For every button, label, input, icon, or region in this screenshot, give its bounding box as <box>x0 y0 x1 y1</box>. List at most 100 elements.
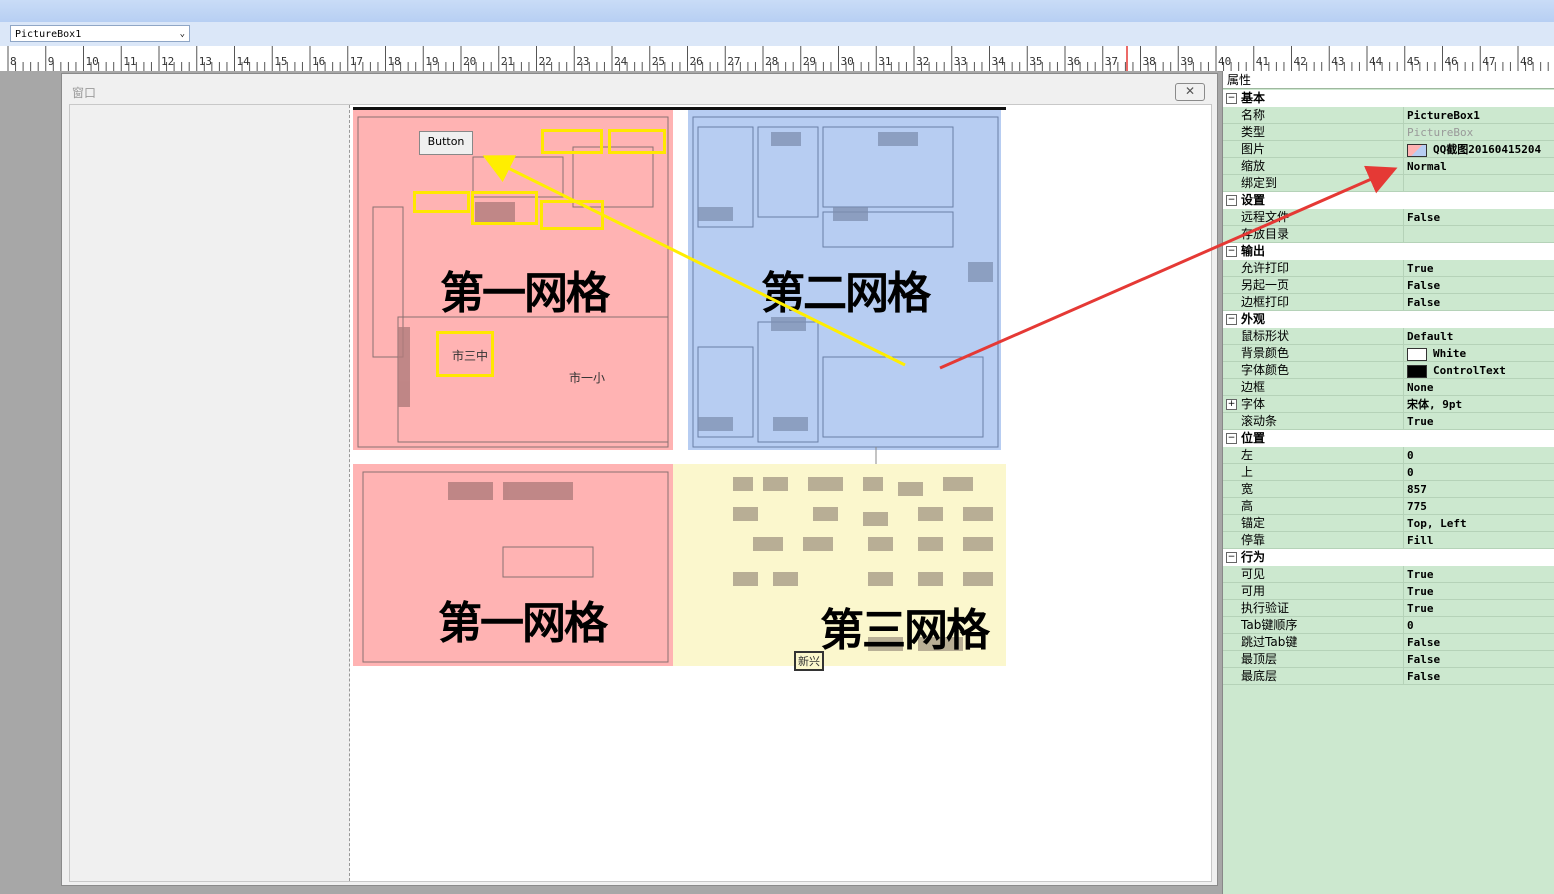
property-value[interactable]: True <box>1407 413 1434 430</box>
property-value[interactable]: 0 <box>1407 447 1414 464</box>
property-row[interactable]: Tab键顺序 0 <box>1223 617 1554 634</box>
designer-window[interactable]: 窗口 ✕ Button 市三中 市一小 新兴 第一网格 第二网格 第一网格 第三… <box>61 73 1218 886</box>
property-separator <box>1403 634 1404 651</box>
property-category[interactable]: − 输出 <box>1223 243 1554 260</box>
property-value[interactable]: Default <box>1407 328 1453 345</box>
ruler-tick-label: 19 <box>425 55 438 68</box>
property-row[interactable]: 边框打印 False <box>1223 294 1554 311</box>
property-name: 鼠标形状 <box>1241 329 1290 343</box>
property-value[interactable]: White <box>1433 345 1466 362</box>
property-value[interactable]: False <box>1407 209 1440 226</box>
property-row[interactable]: 缩放 Normal <box>1223 158 1554 175</box>
collapse-icon[interactable]: − <box>1226 195 1237 206</box>
property-value[interactable]: Normal <box>1407 158 1447 175</box>
property-row[interactable]: 名称 PictureBox1 <box>1223 107 1554 124</box>
property-value[interactable]: Fill <box>1407 532 1434 549</box>
property-value[interactable]: 0 <box>1407 617 1414 634</box>
property-value[interactable]: 宋体, 9pt <box>1407 396 1462 413</box>
property-value[interactable]: False <box>1407 294 1440 311</box>
chevron-down-icon[interactable]: ⌄ <box>180 26 185 43</box>
property-value[interactable]: Top, Left <box>1407 515 1467 532</box>
property-row[interactable]: 背景颜色 White <box>1223 345 1554 362</box>
property-row[interactable]: 可见 True <box>1223 566 1554 583</box>
property-row[interactable]: 鼠标形状 Default <box>1223 328 1554 345</box>
property-row[interactable]: 边框 None <box>1223 379 1554 396</box>
collapse-icon[interactable]: − <box>1226 314 1237 325</box>
property-category[interactable]: − 位置 <box>1223 430 1554 447</box>
property-row[interactable]: 跳过Tab键 False <box>1223 634 1554 651</box>
property-row[interactable]: 执行验证 True <box>1223 600 1554 617</box>
property-row[interactable]: 绑定到 <box>1223 175 1554 192</box>
property-name: 跳过Tab键 <box>1241 635 1298 649</box>
property-value[interactable]: 0 <box>1407 464 1414 481</box>
property-value[interactable]: QQ截图20160415204 <box>1433 141 1541 158</box>
property-row[interactable]: 滚动条 True <box>1223 413 1554 430</box>
ruler-tick-label: 28 <box>765 55 778 68</box>
property-value[interactable]: 775 <box>1407 498 1427 515</box>
property-row[interactable]: 允许打印 True <box>1223 260 1554 277</box>
property-row[interactable]: 存放目录 <box>1223 226 1554 243</box>
close-icon[interactable]: ✕ <box>1175 83 1205 101</box>
property-value[interactable]: False <box>1407 277 1440 294</box>
property-row[interactable]: 另起一页 False <box>1223 277 1554 294</box>
property-value[interactable]: False <box>1407 634 1440 651</box>
ruler-tick-label: 13 <box>199 55 212 68</box>
property-row[interactable]: 图片 QQ截图20160415204 <box>1223 141 1554 158</box>
property-value[interactable]: False <box>1407 668 1440 685</box>
ruler-tick-label: 16 <box>312 55 325 68</box>
ruler-tick-label: 15 <box>274 55 287 68</box>
property-row[interactable]: 字体颜色 ControlText <box>1223 362 1554 379</box>
combo-value: PictureBox1 <box>15 29 82 40</box>
property-value[interactable]: PictureBox1 <box>1407 107 1480 124</box>
property-category[interactable]: − 设置 <box>1223 192 1554 209</box>
property-row[interactable]: 最底层 False <box>1223 668 1554 685</box>
property-category[interactable]: − 外观 <box>1223 311 1554 328</box>
property-name: 类型 <box>1241 125 1266 139</box>
collapse-icon[interactable]: − <box>1226 433 1237 444</box>
property-category[interactable]: − 行为 <box>1223 549 1554 566</box>
property-value[interactable]: 857 <box>1407 481 1427 498</box>
property-name: 滚动条 <box>1241 414 1278 428</box>
highlight-box <box>413 191 470 213</box>
property-row[interactable]: 上0 <box>1223 464 1554 481</box>
ruler-tick-label: 22 <box>539 55 552 68</box>
left-panel[interactable] <box>70 105 350 881</box>
collapse-icon[interactable]: − <box>1226 552 1237 563</box>
property-separator <box>1403 566 1404 583</box>
property-value[interactable]: True <box>1407 600 1434 617</box>
grid1-bottom-label: 第一网格 <box>438 598 608 649</box>
property-row[interactable]: + 字体 宋体, 9pt <box>1223 396 1554 413</box>
collapse-icon[interactable]: − <box>1226 93 1237 104</box>
properties-title: 属性 <box>1223 71 1554 89</box>
property-value[interactable]: ControlText <box>1433 362 1506 379</box>
map-button[interactable]: Button <box>419 131 473 155</box>
property-category[interactable]: − 基本 <box>1223 90 1554 107</box>
property-value[interactable]: True <box>1407 583 1434 600</box>
property-row[interactable]: 左0 <box>1223 447 1554 464</box>
property-separator <box>1403 515 1404 532</box>
property-value[interactable]: None <box>1407 379 1434 396</box>
expand-icon[interactable]: + <box>1226 399 1237 410</box>
property-row[interactable]: 停靠 Fill <box>1223 532 1554 549</box>
ruler-tick-label: 41 <box>1256 55 1269 68</box>
collapse-icon[interactable]: − <box>1226 246 1237 257</box>
property-row[interactable]: 宽 857 <box>1223 481 1554 498</box>
property-value[interactable]: True <box>1407 260 1434 277</box>
picturebox1[interactable]: Button 市三中 市一小 新兴 第一网格 第二网格 第一网格 第三网格 <box>352 105 1207 881</box>
property-name: 边框 <box>1241 380 1266 394</box>
property-value[interactable]: True <box>1407 566 1434 583</box>
property-separator <box>1403 583 1404 600</box>
map-image: Button 市三中 市一小 新兴 第一网格 第二网格 第一网格 第三网格 <box>353 107 1006 671</box>
property-row[interactable]: 高 775 <box>1223 498 1554 515</box>
property-value[interactable]: False <box>1407 651 1440 668</box>
property-row[interactable]: 可用 True <box>1223 583 1554 600</box>
property-row[interactable]: 锚定 Top, Left <box>1223 515 1554 532</box>
ruler-ticks: 8 9 10 11 12 13 14 15 16 17 18 19 20 21 22 23 24 25 26 27 28… <box>7 46 1549 71</box>
property-row[interactable]: 远程文件 False <box>1223 209 1554 226</box>
property-separator <box>1403 651 1404 668</box>
property-row[interactable]: 类型 PictureBox <box>1223 124 1554 141</box>
property-separator <box>1403 617 1404 634</box>
property-value[interactable]: PictureBox <box>1407 124 1473 141</box>
property-row[interactable]: 最顶层 False <box>1223 651 1554 668</box>
object-selector-combo[interactable]: PictureBox1 ⌄ <box>10 25 190 42</box>
